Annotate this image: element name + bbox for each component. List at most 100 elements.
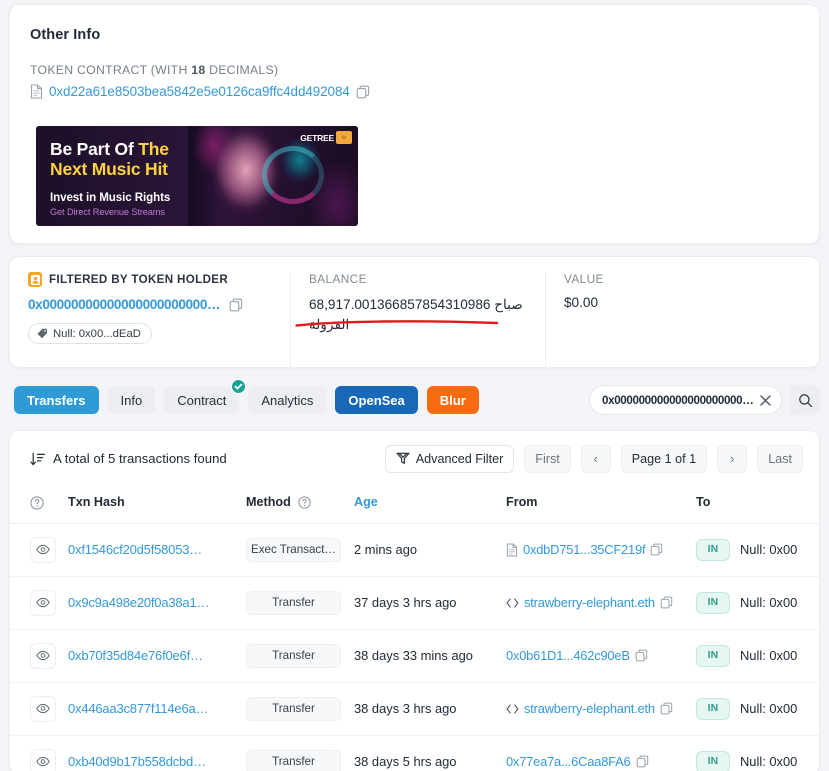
code-icon [506,597,519,609]
tab-analytics[interactable]: Analytics [248,386,327,414]
pagination-previous-button[interactable]: ‹ [580,444,611,473]
direction-badge: IN [696,750,730,771]
from-cell: 0xdbD751...35CF219f [506,542,696,557]
ad-line-1: Be Part Of The [50,139,235,159]
search-button[interactable] [790,385,820,415]
ad-line-1-highlight: The [138,139,169,159]
eye-icon[interactable] [30,695,56,722]
contract-address-row: 0xd22a61e8503bea5842e5e0126ca9ffc4dd4920… [30,84,801,99]
document-icon [30,84,43,99]
tab-transfers-label: Transfers [27,392,86,408]
from-address-link[interactable]: 0x0b61D1...462c90eB [506,648,630,663]
question-circle-icon[interactable] [298,496,311,510]
tab-info-label: Info [120,392,143,408]
token-holder-card: FILTERED BY TOKEN HOLDER 0x0000000000000… [9,256,820,368]
question-circle-icon[interactable] [30,496,44,510]
ad-line-3: Invest in Music Rights [50,190,171,204]
method-badge: Transfer [246,749,341,771]
filtered-by-column: FILTERED BY TOKEN HOLDER 0x0000000000000… [28,272,290,367]
copy-icon[interactable] [650,543,663,556]
funnel-icon [396,452,410,465]
txn-hash-link[interactable]: 0x446aa3c877f114e6a… [68,701,209,716]
tab-transfers[interactable]: Transfers [14,386,99,414]
tab-info[interactable]: Info [107,386,156,414]
copy-icon[interactable] [635,649,648,662]
pagination-page-indicator[interactable]: Page 1 of 1 [620,444,708,473]
txn-hash-link[interactable]: 0x9c9a498e20f0a38a1… [68,595,209,610]
to-address-text: Null: 0x00 [740,701,798,717]
tab-blur-label: Blur [439,392,466,408]
from-address-link[interactable]: 0xdbD751...35CF219f [523,542,646,557]
pagination-next-button[interactable]: › [717,444,748,473]
copy-icon[interactable] [660,702,673,715]
ad-logo-mark-icon: ☼ [336,131,352,144]
tab-opensea[interactable]: OpenSea [335,386,418,414]
tab-bar: Transfers Info Contract Analytics OpenSe… [14,379,479,414]
ad-copy: Be Part Of The Next Music Hit Invest in … [50,139,235,217]
direction-badge: IN [696,697,730,720]
method-badge: Transfer [246,590,341,615]
holder-address-link[interactable]: 0x00000000000000000000000… [28,297,221,312]
tab-contract[interactable]: Contract [164,379,247,414]
ad-banner[interactable]: Be Part Of The Next Music Hit Invest in … [36,126,358,226]
age-text: 38 days 5 hrs ago [354,754,457,770]
to-cell: IN Null: 0x00 [696,697,819,720]
close-icon[interactable] [755,390,775,410]
method-badge: Exec Transact… [246,537,341,562]
column-header-age[interactable]: Age [354,486,506,524]
eye-icon[interactable] [30,536,56,563]
headphones-decoration [262,146,324,204]
txn-hash-link[interactable]: 0xb40d9b17b558dcbd… [68,754,206,769]
page-root: Other Info TOKEN CONTRACT (WITH 18 DECIM… [0,0,829,771]
eye-icon[interactable] [30,642,56,669]
from-address-link[interactable]: strawberry-elephant.eth [524,701,655,716]
age-text: 38 days 33 mins ago [354,648,473,664]
document-icon [506,543,518,557]
age-text: 37 days 3 hrs ago [354,595,457,611]
column-header-method-label: Method [246,495,291,510]
advanced-filter-label: Advanced Filter [415,451,504,466]
eye-icon[interactable] [30,589,56,616]
age-text: 38 days 3 hrs ago [354,701,457,717]
copy-icon[interactable] [356,85,370,99]
table-row: 0xb40d9b17b558dcbd… Transfer 38 days 5 h… [10,735,819,771]
advanced-filter-button[interactable]: Advanced Filter [384,444,515,473]
table-row: 0x446aa3c877f114e6a… Transfer 38 days 3 … [10,682,819,736]
sort-descending-icon[interactable] [30,452,45,466]
tab-blur[interactable]: Blur [426,386,479,414]
pagination-first-button[interactable]: First [524,444,571,473]
tag-icon [37,328,48,339]
eye-icon[interactable] [30,748,56,771]
column-header-from: From [506,486,696,524]
balance-value: 68,917.001366857854310986 صباح الفرولة [309,297,523,332]
method-badge: Transfer [246,643,341,668]
holder-address-row: 0x00000000000000000000000… [28,297,276,312]
txn-hash-link[interactable]: 0xb70f35d84e76f0e6f… [68,648,203,663]
address-book-icon [28,272,42,287]
to-address-text: Null: 0x00 [740,754,798,770]
pagination-last-button[interactable]: Last [757,444,803,473]
from-address-link[interactable]: strawberry-elephant.eth [524,595,655,610]
value-column: VALUE $0.00 [545,272,745,367]
copy-icon[interactable] [660,596,673,609]
to-address-text: Null: 0x00 [740,542,798,558]
direction-badge: IN [696,538,730,561]
holder-tag-badge[interactable]: Null: 0x00...dEaD [28,323,152,344]
to-address-text: Null: 0x00 [740,595,798,611]
other-info-card: Other Info TOKEN CONTRACT (WITH 18 DECIM… [9,4,820,244]
table-body: 0xf1546cf20d5f58053… Exec Transact… 2 mi… [10,523,819,771]
copy-icon[interactable] [229,298,243,312]
contract-address-link[interactable]: 0xd22a61e8503bea5842e5e0126ca9ffc4dd4920… [49,84,350,99]
copy-icon[interactable] [636,755,649,768]
filtered-by-header: FILTERED BY TOKEN HOLDER [28,272,276,287]
txn-hash-link[interactable]: 0xf1546cf20d5f58053… [68,542,202,557]
ad-logo: GETREE ☼ [300,131,352,144]
verified-check-icon [231,379,247,394]
search-input[interactable]: 0x000000000000000000000… [589,385,782,415]
search-area: 0x000000000000000000000… [589,385,820,415]
tab-contract-label: Contract [177,392,227,408]
token-contract-label: TOKEN CONTRACT (WITH 18 DECIMALS) [30,63,801,77]
search-icon [798,393,813,408]
transactions-table: Txn Hash Method Age From To 0xf1546cf20d… [10,486,819,771]
from-address-link[interactable]: 0x77ea7a...6Caa8FA6 [506,754,631,769]
